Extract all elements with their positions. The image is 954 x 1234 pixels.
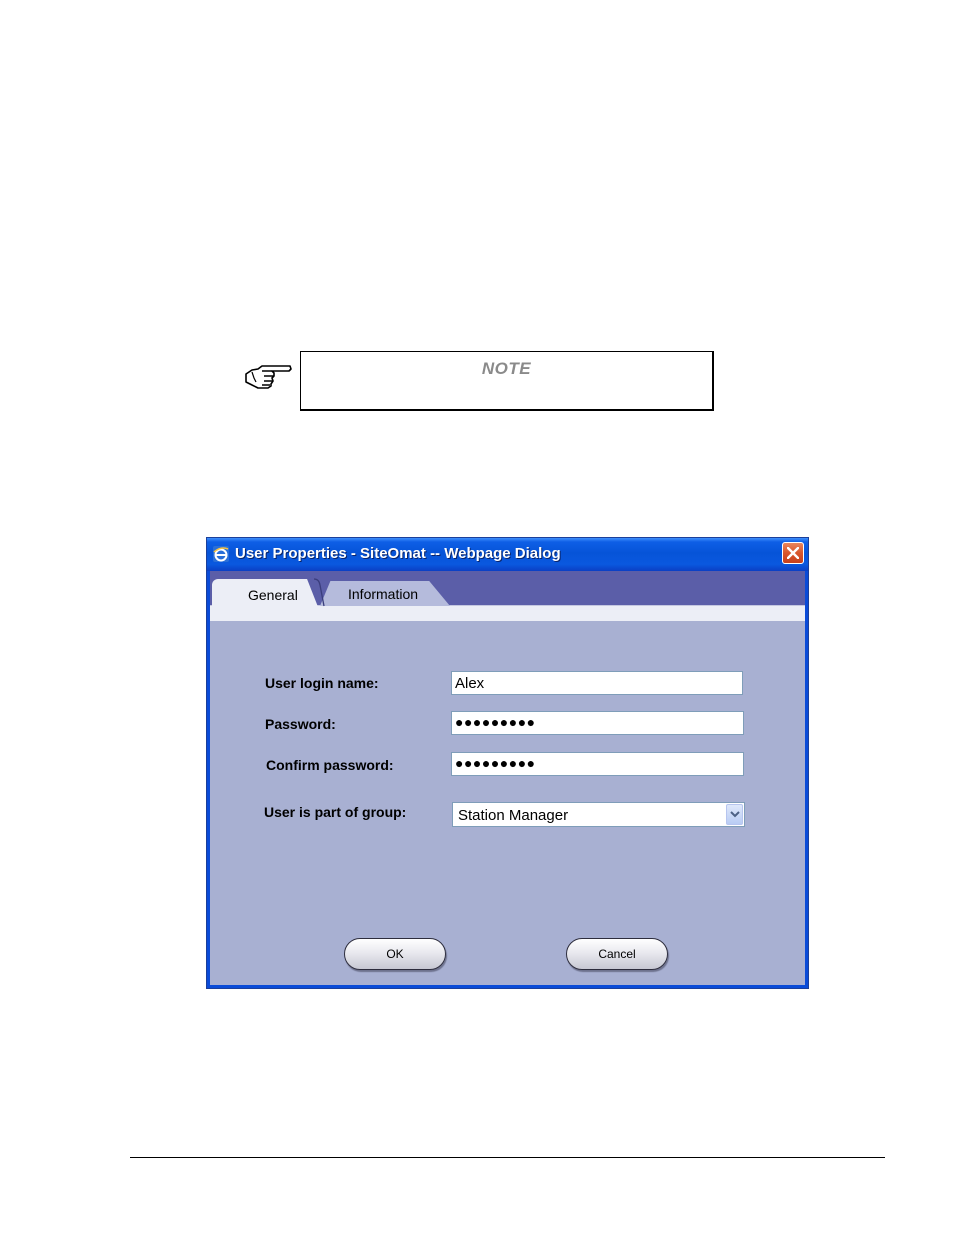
cancel-button[interactable]: Cancel	[566, 938, 668, 970]
confirm-password-label: Confirm password:	[266, 757, 394, 773]
dropdown-button[interactable]	[726, 804, 743, 825]
close-button[interactable]	[782, 542, 804, 564]
note-box: NOTE	[300, 351, 714, 411]
login-name-value: Alex	[455, 675, 485, 692]
group-label: User is part of group:	[264, 804, 407, 820]
password-input[interactable]: ●●●●●●●●●	[451, 711, 744, 735]
tab-general[interactable]: General	[212, 579, 320, 612]
tab-general-label: General	[248, 587, 298, 603]
login-name-input[interactable]: Alex	[451, 671, 743, 695]
chevron-down-icon	[730, 811, 740, 818]
password-label: Password:	[265, 716, 336, 732]
ok-button[interactable]: OK	[344, 938, 446, 970]
confirm-password-value: ●●●●●●●●●	[455, 755, 536, 771]
dialog-client-area: Information General User login name: Ale…	[210, 571, 805, 985]
group-select-value: Station Manager	[458, 807, 569, 824]
group-select[interactable]: Station Manager	[452, 802, 745, 827]
dialog-title: User Properties - SiteOmat -- Webpage Di…	[235, 545, 561, 562]
pointing-hand-icon	[245, 365, 292, 389]
footer-divider	[130, 1157, 885, 1158]
note-title: NOTE	[481, 359, 532, 378]
tab-information-label: Information	[348, 586, 419, 602]
login-name-label: User login name:	[265, 675, 379, 691]
internet-explorer-icon	[213, 546, 229, 562]
dialog-titlebar[interactable]: User Properties - SiteOmat -- Webpage Di…	[207, 538, 808, 571]
password-value: ●●●●●●●●●	[455, 714, 536, 730]
tab-information[interactable]: Information	[320, 581, 450, 606]
user-properties-dialog: User Properties - SiteOmat -- Webpage Di…	[206, 537, 809, 989]
tab-divider	[313, 578, 325, 607]
close-icon	[787, 547, 799, 559]
confirm-password-input[interactable]: ●●●●●●●●●	[451, 752, 744, 776]
